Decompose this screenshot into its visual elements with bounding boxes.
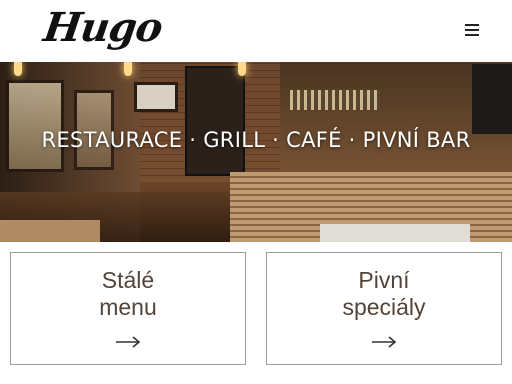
hero-bg-picture-frame bbox=[134, 82, 178, 112]
arrow-right-icon bbox=[116, 336, 141, 348]
hero-bg-window bbox=[6, 80, 64, 172]
hero-bg-shelf bbox=[185, 66, 245, 176]
hero-bg-bottles bbox=[290, 90, 380, 110]
menu-bar bbox=[465, 24, 479, 26]
hero-title: RESTAURACE · GRILL · CAFÉ · PIVNÍ BAR bbox=[41, 128, 471, 152]
hero-banner: RESTAURACE · GRILL · CAFÉ · PIVNÍ BAR bbox=[0, 62, 512, 242]
card-pivni-specialy[interactable]: Pivní speciály bbox=[266, 252, 502, 365]
menu-bar bbox=[465, 29, 479, 31]
card-label: Stálé menu bbox=[99, 267, 157, 320]
hero-bg-table bbox=[320, 224, 470, 242]
hero-bg-table bbox=[0, 220, 100, 242]
menu-bar bbox=[465, 34, 479, 36]
card-label: Pivní speciály bbox=[342, 267, 426, 320]
arrow-right-icon bbox=[372, 336, 397, 348]
site-header: Hugo bbox=[0, 0, 512, 62]
card-stale-menu[interactable]: Stálé menu bbox=[10, 252, 246, 365]
hero-bg-lamp bbox=[124, 62, 132, 76]
hero-bg-lamp bbox=[238, 62, 246, 76]
hugo-logo[interactable]: Hugo bbox=[41, 4, 165, 51]
hero-bg-lamp bbox=[14, 62, 22, 76]
hamburger-menu-icon[interactable] bbox=[462, 20, 484, 40]
hero-bg-chalkboard bbox=[472, 64, 512, 134]
